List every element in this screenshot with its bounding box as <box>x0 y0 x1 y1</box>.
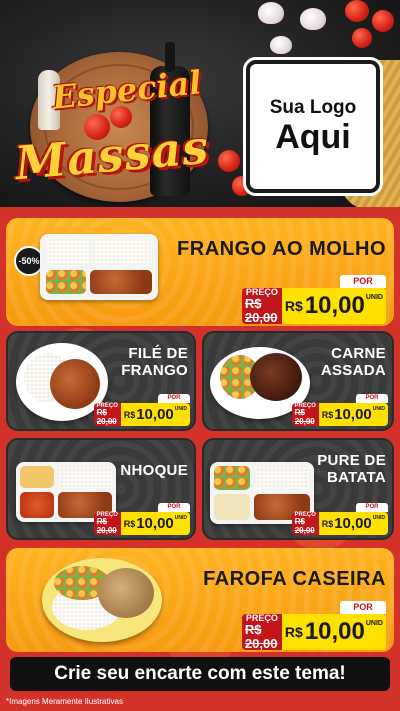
old-price-value: R$ 20,00 <box>244 621 278 651</box>
product-name-line1: FILÉ DE <box>128 345 188 362</box>
price-tag: PREÇO R$ 20,00 POR R$ 10,00 UNID <box>93 394 190 426</box>
garlic-decoration <box>300 8 326 30</box>
product-name: PURE DE BATATA <box>317 452 386 487</box>
food-compartment <box>94 240 152 266</box>
food-compartment <box>46 270 86 294</box>
old-price-value: R$ 20,00 <box>96 408 117 426</box>
price-value: 10,00 <box>334 515 372 532</box>
header-banner: Especial Massas Sua Logo Aqui <box>0 0 400 207</box>
unit-label: UNID <box>174 406 187 412</box>
tomato-decoration <box>345 0 369 22</box>
product-name-line2: FRANGO <box>121 362 188 380</box>
food-fill <box>50 359 100 409</box>
tomato-decoration <box>372 10 394 32</box>
price-tag: PREÇO R$ 20,00 POR R$ 10,00 UNID <box>93 503 190 535</box>
garlic-decoration <box>258 2 284 24</box>
por-label: POR <box>340 275 386 288</box>
unit-label: UNID <box>365 620 383 627</box>
price-tag: PREÇO R$ 20,00 POR R$ 10,00 UNID <box>291 503 388 535</box>
currency: R$ <box>284 624 303 640</box>
logo-text-line1: Sua Logo <box>269 96 357 118</box>
price-value: 10,00 <box>136 515 174 532</box>
product-name-line1: PURE DE <box>317 452 386 469</box>
product-name: CARNE ASSADA <box>321 345 386 380</box>
food-compartment <box>20 466 54 488</box>
product-card-pure-de-batata[interactable]: PURE DE BATATA PREÇO R$ 20,00 POR R$ 10,… <box>202 438 394 540</box>
tomato-decoration <box>218 150 240 172</box>
food-compartment <box>214 494 250 520</box>
disclaimer-text: *Imagens Meramente Ilustrativas <box>6 697 123 706</box>
price-tag: PREÇO R$ 20,00 POR R$ 10,00 UNID <box>241 601 386 651</box>
currency: R$ <box>284 298 303 314</box>
new-price: POR R$ 10,00 UNID <box>120 503 190 535</box>
product-name-line1: CARNE <box>331 345 386 362</box>
unit-label: UNID <box>365 294 383 301</box>
price-tag: PREÇO R$ 20,00 POR R$ 10,00 UNID <box>241 275 386 325</box>
old-price: PREÇO R$ 20,00 <box>241 613 282 651</box>
product-card-file-de-frango[interactable]: FILÉ DE FRANGO PREÇO R$ 20,00 POR R$ 10,… <box>6 331 196 431</box>
product-name: FILÉ DE FRANGO <box>121 345 188 380</box>
por-label: POR <box>356 394 388 403</box>
product-card-frango-ao-molho[interactable]: -50% FRANGO AO MOLHO PREÇO R$ 20,00 POR … <box>6 218 394 326</box>
por-label: POR <box>158 394 190 403</box>
price-value: 10,00 <box>136 406 174 423</box>
old-price-value: R$ 20,00 <box>244 295 278 325</box>
logo-placeholder[interactable]: Sua Logo Aqui <box>243 57 383 196</box>
price-tag: PREÇO R$ 20,00 POR R$ 10,00 UNID <box>291 394 388 426</box>
product-card-nhoque[interactable]: NHOQUE PREÇO R$ 20,00 POR R$ 10,00 UNID <box>6 438 196 540</box>
product-name-line2: BATATA <box>326 469 386 487</box>
new-price: POR R$ 10,00 UNID <box>281 601 386 650</box>
food-fill <box>250 353 302 401</box>
food-compartment <box>90 270 152 294</box>
currency: R$ <box>321 409 334 420</box>
new-price: POR R$ 10,00 UNID <box>318 394 388 426</box>
unit-label: UNID <box>372 515 385 521</box>
currency: R$ <box>123 518 136 529</box>
food-compartment <box>58 466 112 488</box>
price-value: 10,00 <box>304 618 365 645</box>
food-image-frango-ao-molho <box>40 234 158 300</box>
food-compartment <box>20 492 54 518</box>
product-name: FRANGO AO MOLHO <box>177 238 386 260</box>
por-label: POR <box>158 503 190 512</box>
currency: R$ <box>123 409 136 420</box>
currency: R$ <box>321 518 334 529</box>
new-price: POR R$ 10,00 UNID <box>281 275 386 324</box>
por-label: POR <box>356 503 388 512</box>
new-price: POR R$ 10,00 UNID <box>318 503 388 535</box>
unit-label: UNID <box>174 515 187 521</box>
product-name-line2: ASSADA <box>320 362 386 380</box>
product-card-carne-assada[interactable]: CARNE ASSADA PREÇO R$ 20,00 POR R$ 10,00… <box>202 331 394 431</box>
product-name: NHOQUE <box>120 462 188 479</box>
food-fill <box>98 568 154 618</box>
product-card-farofa-caseira[interactable]: FAROFA CASEIRA PREÇO R$ 20,00 POR R$ 10,… <box>6 548 394 652</box>
tomato-decoration <box>352 28 372 48</box>
cta-banner[interactable]: Crie seu encarte com este tema! <box>10 657 390 691</box>
food-compartment <box>254 466 310 490</box>
por-label: POR <box>340 601 386 614</box>
product-name: FAROFA CASEIRA <box>203 568 386 590</box>
old-price-value: R$ 20,00 <box>294 408 315 426</box>
food-compartment <box>46 240 90 266</box>
old-price: PREÇO R$ 20,00 <box>291 512 319 535</box>
old-price-value: R$ 20,00 <box>294 517 315 535</box>
unit-label: UNID <box>372 406 385 412</box>
old-price: PREÇO R$ 20,00 <box>93 512 121 535</box>
new-price: POR R$ 10,00 UNID <box>120 394 190 426</box>
old-price: PREÇO R$ 20,00 <box>93 403 121 426</box>
logo-text-line2: Aqui <box>275 117 351 156</box>
price-value: 10,00 <box>334 406 372 423</box>
food-compartment <box>214 466 250 490</box>
old-price: PREÇO R$ 20,00 <box>291 403 319 426</box>
food-image-farofa-caseira <box>42 558 162 642</box>
old-price: PREÇO R$ 20,00 <box>241 287 282 325</box>
garlic-decoration <box>270 36 292 54</box>
old-price-value: R$ 20,00 <box>96 517 117 535</box>
price-value: 10,00 <box>304 292 365 319</box>
